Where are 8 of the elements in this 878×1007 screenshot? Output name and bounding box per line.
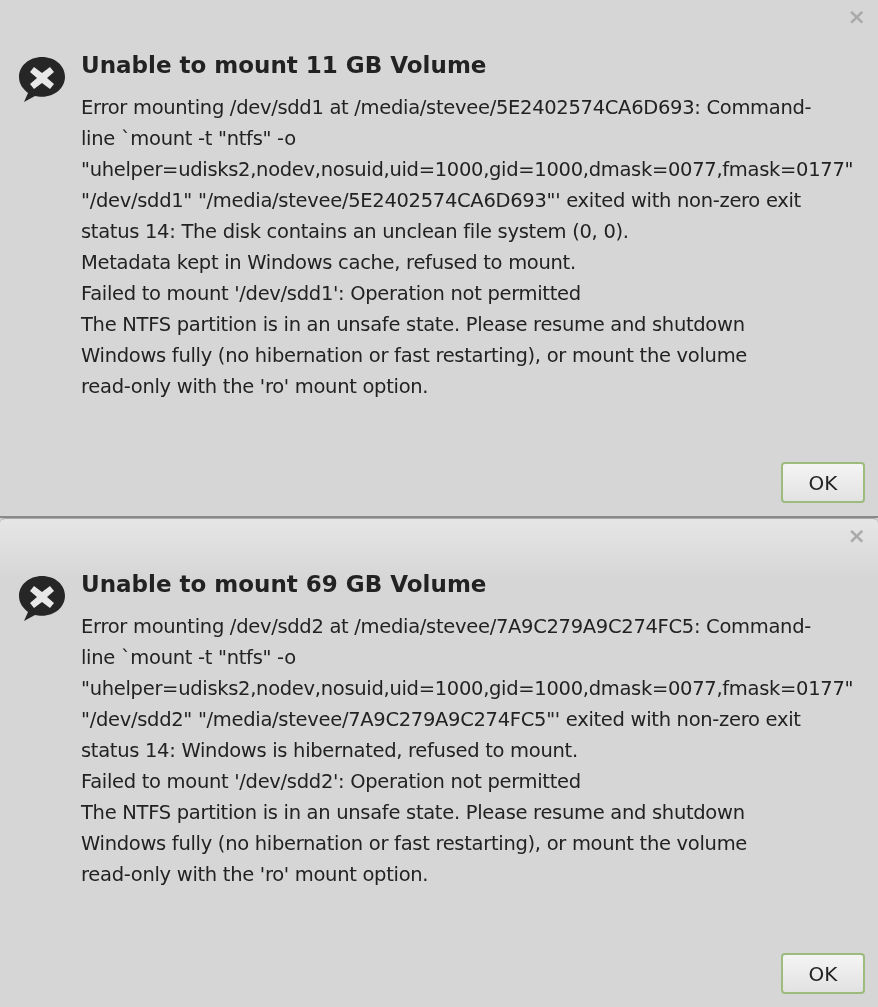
error-icon [17, 573, 67, 623]
error-icon [17, 54, 67, 104]
dialog-title: Unable to mount 11 GB Volume [81, 51, 488, 80]
error-message: Error mounting /dev/sdd1 at /media/stevee/5E2402574CA6D693: Command- line `mount -t "ntfs" -o "uhelper=udisks2,nodev,nosuid,uid=1000,gid=1000,dmask=0077,fmask=0177" "/dev/sdd1" "/media/stevee/5E2402574CA6D693"' exited with non-zero exit status 14: The disk contains an unclean file system (0, 0). Metadata kept in Windows cache, refused to mount. Failed to mount '/dev/sdd1': Operation not permitted The NTFS partition is in an unsafe state. Please resume and shutdown Windows fully (no hibernation or fast restarting), or mount the volume read-only with the 'ro' mount option. [81, 95, 854, 400]
ok-button[interactable]: OK [781, 462, 865, 503]
dialog-title: Unable to mount 69 GB Volume [81, 570, 488, 599]
ok-button[interactable]: OK [781, 953, 865, 994]
error-message: Error mounting /dev/sdd2 at /media/stevee/7A9C279A9C274FC5: Command- line `mount -t "ntfs" -o "uhelper=udisks2,nodev,nosuid,uid=1000,gid=1000,dmask=0077,fmask=0177" "/dev/sdd2" "/media/stevee/7A9C279A9C274FC5"' exited with non-zero exit status 14: Windows is hibernated, refused to mount. Failed to mount '/dev/sdd2': Operation not permitted The NTFS partition is in an unsafe state. Please resume and shutdown Windows fully (no hibernation or fast restarting), or mount the volume read-only with the 'ro' mount option. [81, 614, 854, 888]
